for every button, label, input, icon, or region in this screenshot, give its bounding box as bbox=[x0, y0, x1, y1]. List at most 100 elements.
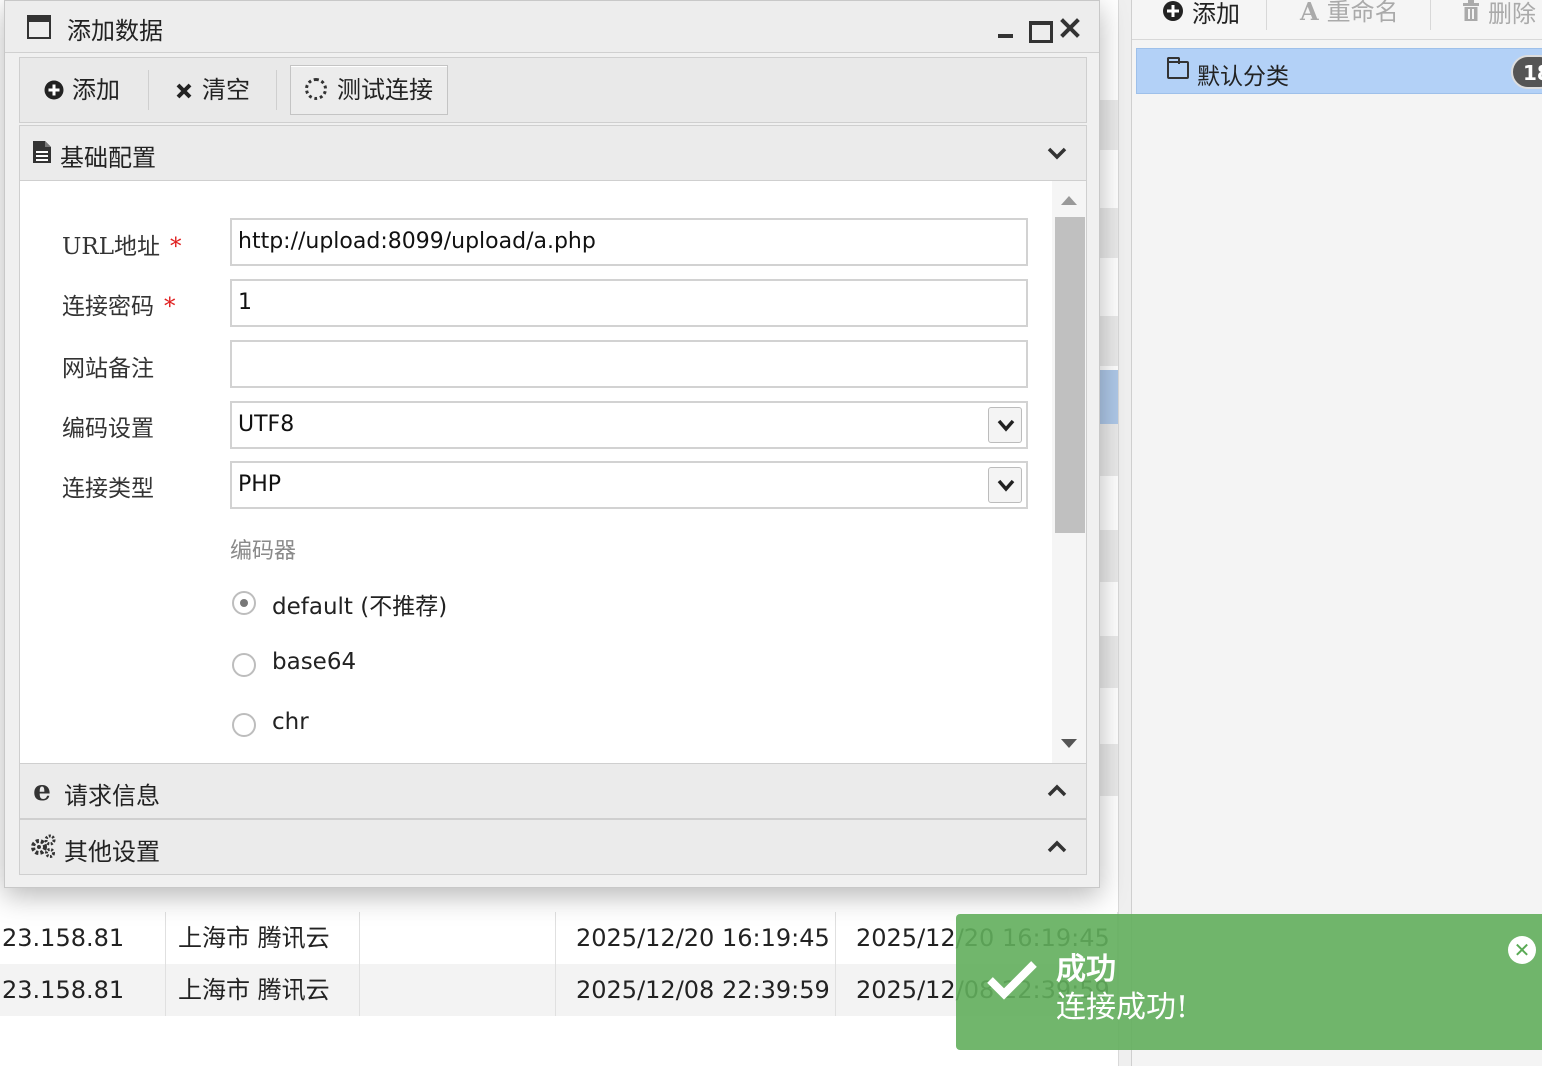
category-delete-label: 删除 bbox=[1488, 0, 1536, 28]
cogs-icon bbox=[30, 834, 56, 860]
encoding-value: UTF8 bbox=[238, 412, 295, 437]
category-delete-button[interactable]: 删除 bbox=[1462, 0, 1536, 28]
minimize-button[interactable] bbox=[995, 15, 1021, 41]
section-basic-header[interactable]: 基础配置 bbox=[19, 125, 1087, 181]
bg-column-stripe bbox=[1100, 424, 1118, 476]
toolbar-divider bbox=[276, 70, 277, 110]
chevron-down-icon bbox=[1046, 142, 1068, 164]
dialog-toolbar: 添加 清空 测试连接 bbox=[19, 57, 1087, 123]
bg-column-stripe bbox=[1100, 744, 1118, 796]
type-value: PHP bbox=[238, 472, 282, 497]
note-input[interactable] bbox=[230, 340, 1028, 388]
test-connection-button[interactable]: 测试连接 bbox=[290, 65, 448, 115]
category-rename-button[interactable]: A 重命名 bbox=[1300, 0, 1399, 28]
section-basic-title: 基础配置 bbox=[60, 144, 156, 172]
cell-ip: 23.158.81 bbox=[0, 964, 166, 1016]
dialog-title: 添加数据 bbox=[67, 17, 163, 45]
font-icon: A bbox=[1300, 0, 1319, 26]
spinner-icon bbox=[305, 77, 327, 100]
radio-button[interactable] bbox=[232, 653, 256, 677]
add-button[interactable]: 添加 bbox=[44, 66, 120, 114]
cell-location: 上海市 腾讯云 bbox=[176, 964, 360, 1016]
category-label: 默认分类 bbox=[1197, 64, 1289, 90]
cell-empty bbox=[362, 964, 556, 1016]
password-label-row: 连接密码 * bbox=[62, 287, 176, 321]
cell-empty bbox=[362, 912, 556, 964]
toolbar-divider bbox=[148, 70, 149, 110]
window-icon bbox=[27, 15, 51, 39]
password-label: 连接密码 bbox=[62, 294, 154, 320]
type-label: 连接类型 bbox=[62, 476, 154, 502]
bg-column-stripe bbox=[1100, 530, 1118, 582]
section-request-header[interactable]: e 请求信息 bbox=[19, 763, 1087, 819]
chevron-down-icon bbox=[997, 419, 1015, 432]
add-data-dialog: 添加数据 添加 清空 测试连接 基础配置 URL地址 * http://uplo… bbox=[4, 0, 1100, 888]
chevron-up-icon bbox=[1046, 836, 1068, 858]
scroll-up-arrow-icon[interactable] bbox=[1060, 193, 1078, 207]
scrollbar-thumb[interactable] bbox=[1055, 217, 1085, 533]
close-button[interactable] bbox=[1057, 15, 1083, 41]
url-label: URL地址 bbox=[62, 234, 160, 260]
category-count-badge: 18 bbox=[1511, 55, 1542, 89]
toast-close-button[interactable]: ✕ bbox=[1508, 936, 1536, 964]
dialog-titlebar[interactable]: 添加数据 bbox=[5, 1, 1099, 53]
table-row[interactable]: 23.158.81 上海市 腾讯云 2025/12/20 16:19:45 20… bbox=[0, 912, 1118, 964]
category-rename-label: 重命名 bbox=[1326, 0, 1399, 26]
encoding-label: 编码设置 bbox=[62, 416, 154, 442]
bg-selected-stripe bbox=[1100, 370, 1118, 424]
panel-splitter[interactable] bbox=[1118, 0, 1132, 1066]
encoding-select[interactable]: UTF8 bbox=[230, 401, 1028, 449]
encoder-option-label: chr bbox=[272, 709, 309, 735]
times-icon bbox=[174, 66, 194, 114]
category-add-label: 添加 bbox=[1192, 0, 1240, 28]
category-add-button[interactable]: 添加 bbox=[1162, 0, 1240, 28]
chevron-up-icon bbox=[1046, 780, 1068, 802]
encoder-option-label: default (不推荐) bbox=[272, 594, 448, 620]
close-icon bbox=[1060, 18, 1080, 38]
chevron-down-icon bbox=[997, 479, 1015, 492]
clear-button[interactable]: 清空 bbox=[174, 66, 250, 114]
section-other-header[interactable]: 其他设置 bbox=[19, 819, 1087, 875]
edge-browser-icon: e bbox=[33, 774, 51, 807]
table-row[interactable]: 23.158.81 上海市 腾讯云 2025/12/08 22:39:59 20… bbox=[0, 964, 1118, 1016]
cell-location: 上海市 腾讯云 bbox=[176, 912, 360, 964]
required-mark: * bbox=[164, 294, 176, 320]
close-icon: ✕ bbox=[1513, 938, 1531, 962]
cell-created: 2025/12/20 16:19:45 bbox=[574, 912, 836, 964]
url-label-row: URL地址 * bbox=[62, 227, 181, 261]
test-connection-label: 测试连接 bbox=[337, 76, 433, 104]
radio-button[interactable] bbox=[232, 713, 256, 737]
encoder-option-label: base64 bbox=[272, 649, 357, 675]
radio-button[interactable] bbox=[232, 591, 256, 615]
check-icon bbox=[987, 961, 1037, 1000]
scroll-down-arrow-icon[interactable] bbox=[1060, 737, 1078, 751]
required-mark: * bbox=[169, 234, 182, 260]
cell-created: 2025/12/08 22:39:59 bbox=[574, 964, 836, 1016]
cell-ip: 23.158.81 bbox=[0, 912, 166, 964]
category-item-default[interactable]: 默认分类 18 bbox=[1136, 48, 1542, 94]
file-text-icon bbox=[30, 140, 54, 166]
url-input[interactable]: http://upload:8099/upload/a.php bbox=[230, 218, 1028, 266]
toolbar-divider bbox=[1430, 0, 1431, 30]
category-toolbar: 添加 A 重命名 删除 bbox=[1132, 0, 1542, 40]
note-label: 网站备注 bbox=[62, 356, 154, 382]
add-label: 添加 bbox=[72, 76, 120, 104]
trash-icon bbox=[1462, 0, 1480, 26]
type-select[interactable]: PHP bbox=[230, 461, 1028, 509]
toolbar-divider bbox=[1266, 0, 1267, 30]
plus-circle-icon bbox=[1162, 0, 1184, 26]
bg-column-stripe bbox=[1100, 100, 1118, 150]
password-input[interactable]: 1 bbox=[230, 279, 1028, 327]
encoder-heading: 编码器 bbox=[230, 539, 297, 564]
dropdown-button[interactable] bbox=[988, 467, 1022, 503]
success-toast: 成功 连接成功! ✕ bbox=[956, 914, 1542, 1050]
folder-icon bbox=[1167, 57, 1189, 79]
clear-label: 清空 bbox=[202, 76, 250, 104]
bg-column-stripe bbox=[1100, 208, 1118, 258]
dropdown-button[interactable] bbox=[988, 407, 1022, 443]
form-scrollbar[interactable] bbox=[1052, 181, 1086, 763]
basic-config-panel: URL地址 * http://upload:8099/upload/a.php 连… bbox=[19, 181, 1087, 763]
maximize-button[interactable] bbox=[1025, 15, 1053, 43]
plus-circle-icon bbox=[44, 66, 64, 114]
section-request-title: 请求信息 bbox=[64, 782, 160, 810]
